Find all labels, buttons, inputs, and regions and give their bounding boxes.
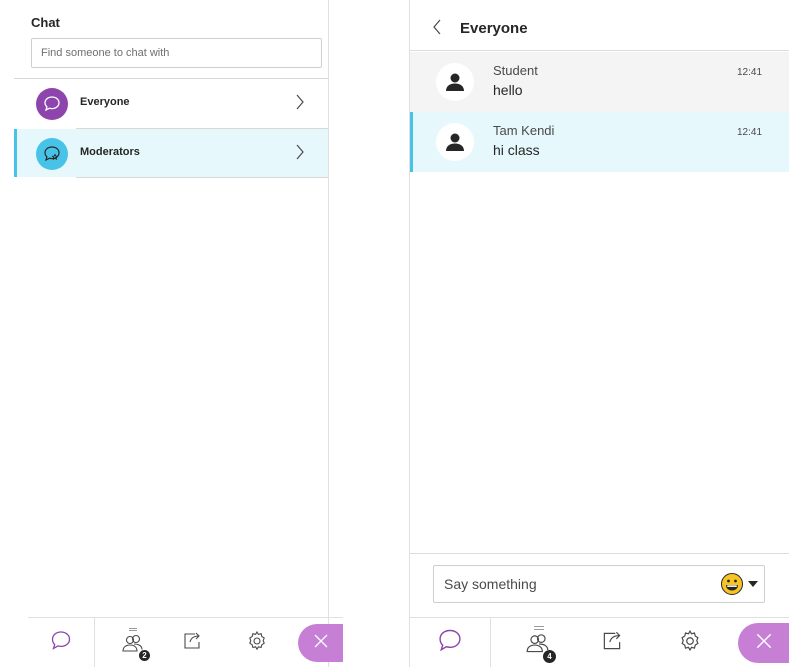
participant-count-badge: 2 (139, 650, 150, 661)
channel-label: Moderators (80, 146, 140, 158)
gear-icon (678, 629, 702, 658)
back-button[interactable] (430, 18, 444, 36)
close-icon (312, 632, 330, 655)
drag-handle-line (534, 629, 544, 630)
participants-button[interactable]: 2 (108, 618, 158, 667)
chevron-right-icon (295, 93, 305, 116)
user-icon (446, 133, 464, 151)
drag-handle[interactable] (534, 626, 544, 627)
moderator-chat-icon (36, 138, 68, 170)
message-text: hi class (493, 142, 540, 158)
divider (490, 618, 491, 667)
chat-tab-button[interactable] (410, 618, 490, 667)
conversation-panel: Everyone Student hello 12:41 Tam Kendi h… (409, 0, 789, 667)
share-content-button[interactable] (174, 618, 210, 667)
chat-list-panel: Chat Everyone Moderators (14, 0, 343, 667)
chat-bubble-icon (49, 630, 73, 657)
chevron-right-icon (295, 143, 305, 166)
settings-button[interactable] (240, 618, 274, 667)
message-time: 12:41 (737, 127, 763, 138)
participant-count-badge: 4 (543, 650, 556, 663)
conversation-title: Everyone (460, 20, 528, 37)
emoji-icon (721, 573, 743, 595)
divider (94, 618, 95, 667)
share-icon (600, 630, 624, 657)
close-panel-button[interactable] (298, 624, 343, 662)
avatar (436, 123, 474, 161)
search-input[interactable] (31, 38, 322, 68)
chat-message[interactable]: Tam Kendi hi class 12:41 (410, 112, 789, 172)
user-icon (446, 73, 464, 91)
channel-item-everyone[interactable]: Everyone (14, 79, 328, 127)
chat-message[interactable]: Student hello 12:41 (410, 52, 789, 112)
panel-title: Chat (31, 15, 60, 30)
drag-handle-line (129, 630, 137, 631)
participants-button[interactable]: 4 (510, 618, 566, 667)
drag-handle[interactable] (129, 628, 137, 629)
message-author: Tam Kendi (493, 123, 555, 138)
share-icon (181, 631, 203, 656)
close-icon (754, 631, 774, 656)
caret-down-icon (748, 581, 758, 587)
divider (76, 177, 328, 178)
divider (410, 553, 789, 554)
message-author: Student (493, 63, 538, 78)
bottom-toolbar: 4 (410, 617, 789, 667)
message-input[interactable] (434, 566, 704, 602)
emoji-picker-button[interactable] (720, 572, 760, 596)
bottom-toolbar: 2 (28, 617, 343, 667)
chevron-left-icon (433, 19, 441, 35)
chat-bubble-icon (436, 628, 464, 659)
message-composer (433, 565, 765, 603)
avatar (436, 63, 474, 101)
message-text: hello (493, 82, 523, 98)
channel-label: Everyone (80, 96, 130, 108)
chat-tab-button[interactable] (28, 618, 94, 667)
gear-icon (246, 630, 268, 657)
conversation-header: Everyone (410, 0, 789, 51)
chat-bubble-icon (36, 88, 68, 120)
channel-item-moderators[interactable]: Moderators (14, 129, 328, 177)
message-time: 12:41 (737, 67, 763, 78)
share-content-button[interactable] (594, 618, 630, 667)
settings-button[interactable] (672, 618, 708, 667)
close-panel-button[interactable] (738, 623, 789, 663)
